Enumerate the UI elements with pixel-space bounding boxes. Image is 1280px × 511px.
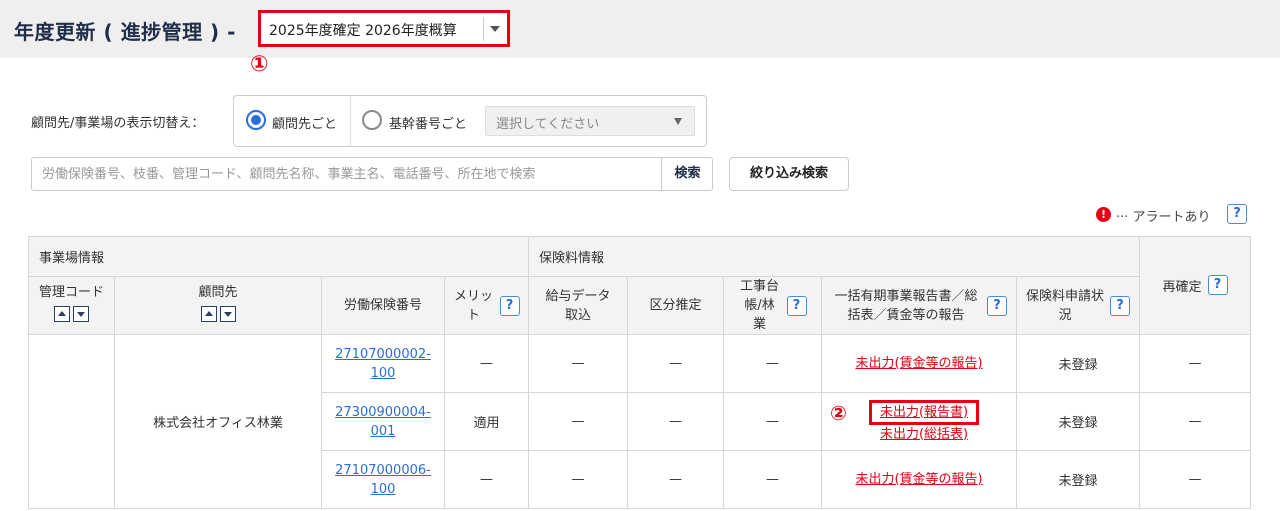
premium-status-cell: 未登録 (1016, 450, 1141, 509)
insurance-number-cell: 27107000006-100 (321, 450, 445, 509)
construction-forestry-cell: — (723, 392, 823, 451)
column-header-salary-import: 給与データ取込 (528, 276, 629, 335)
display-toggle-group: 顧問先ごと 基幹番号ごと 選択してください (233, 95, 707, 147)
category-estimate-cell: — (627, 450, 725, 509)
premium-status-cell: 未登録 (1016, 392, 1141, 451)
page-title: 年度更新 ( 進捗管理 ) - (14, 20, 236, 44)
column-label-premium-status: 保険料申請状況 (1026, 288, 1105, 323)
summary-link[interactable]: 未出力(総括表) (880, 427, 968, 442)
insurance-number-cell: 27300900004-001 (321, 392, 445, 451)
help-icon[interactable]: ? (786, 295, 807, 316)
merit-cell: — (443, 334, 530, 393)
sort-asc-icon[interactable] (200, 306, 217, 322)
radio-client[interactable] (246, 110, 266, 130)
base-number-select[interactable]: 選択してください (485, 106, 695, 136)
report-link[interactable]: 未出力(報告書) (880, 405, 968, 420)
page-header: 年度更新 ( 進捗管理 ) - 2025年度確定 2026年度概算 (0, 0, 1280, 58)
construction-forestry-cell: — (723, 450, 823, 509)
construction-forestry-cell: — (723, 334, 823, 393)
report-cell: 未出力(賃金等の報告) (821, 334, 1018, 393)
category-estimate-cell: — (627, 392, 725, 451)
help-icon[interactable]: ? (499, 295, 520, 316)
column-header-category-estimate: 区分推定 (627, 276, 725, 335)
help-icon[interactable]: ? (987, 295, 1008, 316)
sort-desc-icon[interactable] (219, 306, 236, 322)
select-divider (483, 17, 484, 41)
report-cell: 未出力(賃金等の報告) (821, 450, 1018, 509)
column-label-salary-import: 給与データ取込 (545, 288, 611, 323)
filter-search-button[interactable]: 絞り込み検索 (729, 157, 849, 191)
column-label-construction-forestry: 工事台帳/林業 (740, 279, 780, 332)
report-highlight-box: 未出力(報告書) (868, 399, 980, 425)
merit-cell: — (443, 450, 530, 509)
reconfirm-cell: — (1139, 450, 1252, 509)
insurance-number-link[interactable]: 27107000006-100 (333, 461, 433, 499)
sort-desc-icon[interactable] (73, 306, 89, 322)
insurance-number-link[interactable]: 27107000002-100 (333, 345, 433, 383)
column-label-report: 一括有期事業報告書／総括表／賃金等の報告 (834, 288, 978, 323)
toggle-separator (350, 96, 351, 146)
column-header-reconfirm: 再確定 ? (1139, 236, 1252, 335)
help-icon[interactable]: ? (1110, 295, 1131, 316)
search-input[interactable] (32, 158, 660, 190)
column-label-merit: メリット (453, 288, 493, 323)
column-header-client: 顧問先 (114, 276, 322, 335)
salary-import-cell: — (528, 334, 629, 393)
search-bar: 検索 (31, 157, 713, 191)
insurance-number-link[interactable]: 27300900004-001 (333, 403, 433, 441)
report-link[interactable]: 未出力(賃金等の報告) (855, 356, 982, 371)
alert-icon: ! (1096, 207, 1111, 222)
base-number-select-placeholder: 選択してください (496, 117, 600, 132)
radio-base-number[interactable] (362, 110, 382, 130)
sort-asc-icon[interactable] (54, 306, 70, 322)
salary-import-cell: — (528, 392, 629, 451)
annotation-marker-2: ② (830, 401, 847, 425)
category-estimate-cell: — (627, 334, 725, 393)
table-row: 株式会社オフィス林業 27107000002-100 — — — — 未出力(賃… (28, 334, 1252, 509)
fiscal-year-value: 2025年度確定 2026年度概算 (269, 23, 457, 39)
column-header-management-code: 管理コード (28, 276, 115, 335)
search-button[interactable]: 検索 (661, 158, 713, 190)
radio-client-label[interactable]: 顧問先ごと (272, 113, 337, 132)
report-cell: ② 未出力(報告書) 未出力(総括表) (821, 392, 1018, 451)
chevron-down-icon[interactable] (490, 26, 500, 32)
premium-status-cell: 未登録 (1016, 334, 1141, 393)
reconfirm-cell: — (1139, 392, 1252, 451)
column-header-construction-forestry: 工事台帳/林業? (723, 276, 823, 335)
group-header-site-info: 事業場情報 (27, 236, 530, 277)
merit-cell: 適用 (443, 392, 530, 451)
help-icon[interactable]: ? (1227, 204, 1247, 224)
column-label-client: 顧問先 (198, 285, 238, 300)
display-toggle-label: 顧問先/事業場の表示切替え： (31, 116, 205, 131)
reconfirm-cell: — (1139, 334, 1252, 393)
column-header-premium-status: 保険料申請状況? (1016, 276, 1141, 335)
management-code-cell (28, 334, 115, 509)
alert-legend-text: ··· アラートあり (1116, 210, 1211, 225)
annotation-marker-1: ① (250, 52, 269, 77)
radio-base-number-label[interactable]: 基幹番号ごと (389, 113, 467, 132)
column-label-management-code: 管理コード (38, 285, 104, 300)
column-header-merit: メリット? (443, 276, 530, 335)
progress-table: 事業場情報 保険料情報 再確定 ? 管理コード 顧問先 労働保険番号 メリット? (27, 236, 1252, 509)
insurance-number-cell: 27107000002-100 (321, 334, 445, 393)
group-header-premium-info: 保険料情報 (528, 236, 1141, 277)
dropdown-triangle-icon (674, 118, 682, 125)
salary-import-cell: — (528, 450, 629, 509)
column-header-report: 一括有期事業報告書／総括表／賃金等の報告? (821, 276, 1018, 335)
client-name-cell: 株式会社オフィス林業 (114, 334, 322, 509)
report-link[interactable]: 未出力(賃金等の報告) (855, 472, 982, 487)
help-icon[interactable]: ? (1207, 275, 1228, 295)
fiscal-year-select[interactable]: 2025年度確定 2026年度概算 (258, 10, 510, 47)
column-label-reconfirm: 再確定 (1162, 279, 1202, 295)
column-header-insurance-number: 労働保険番号 (321, 276, 445, 335)
